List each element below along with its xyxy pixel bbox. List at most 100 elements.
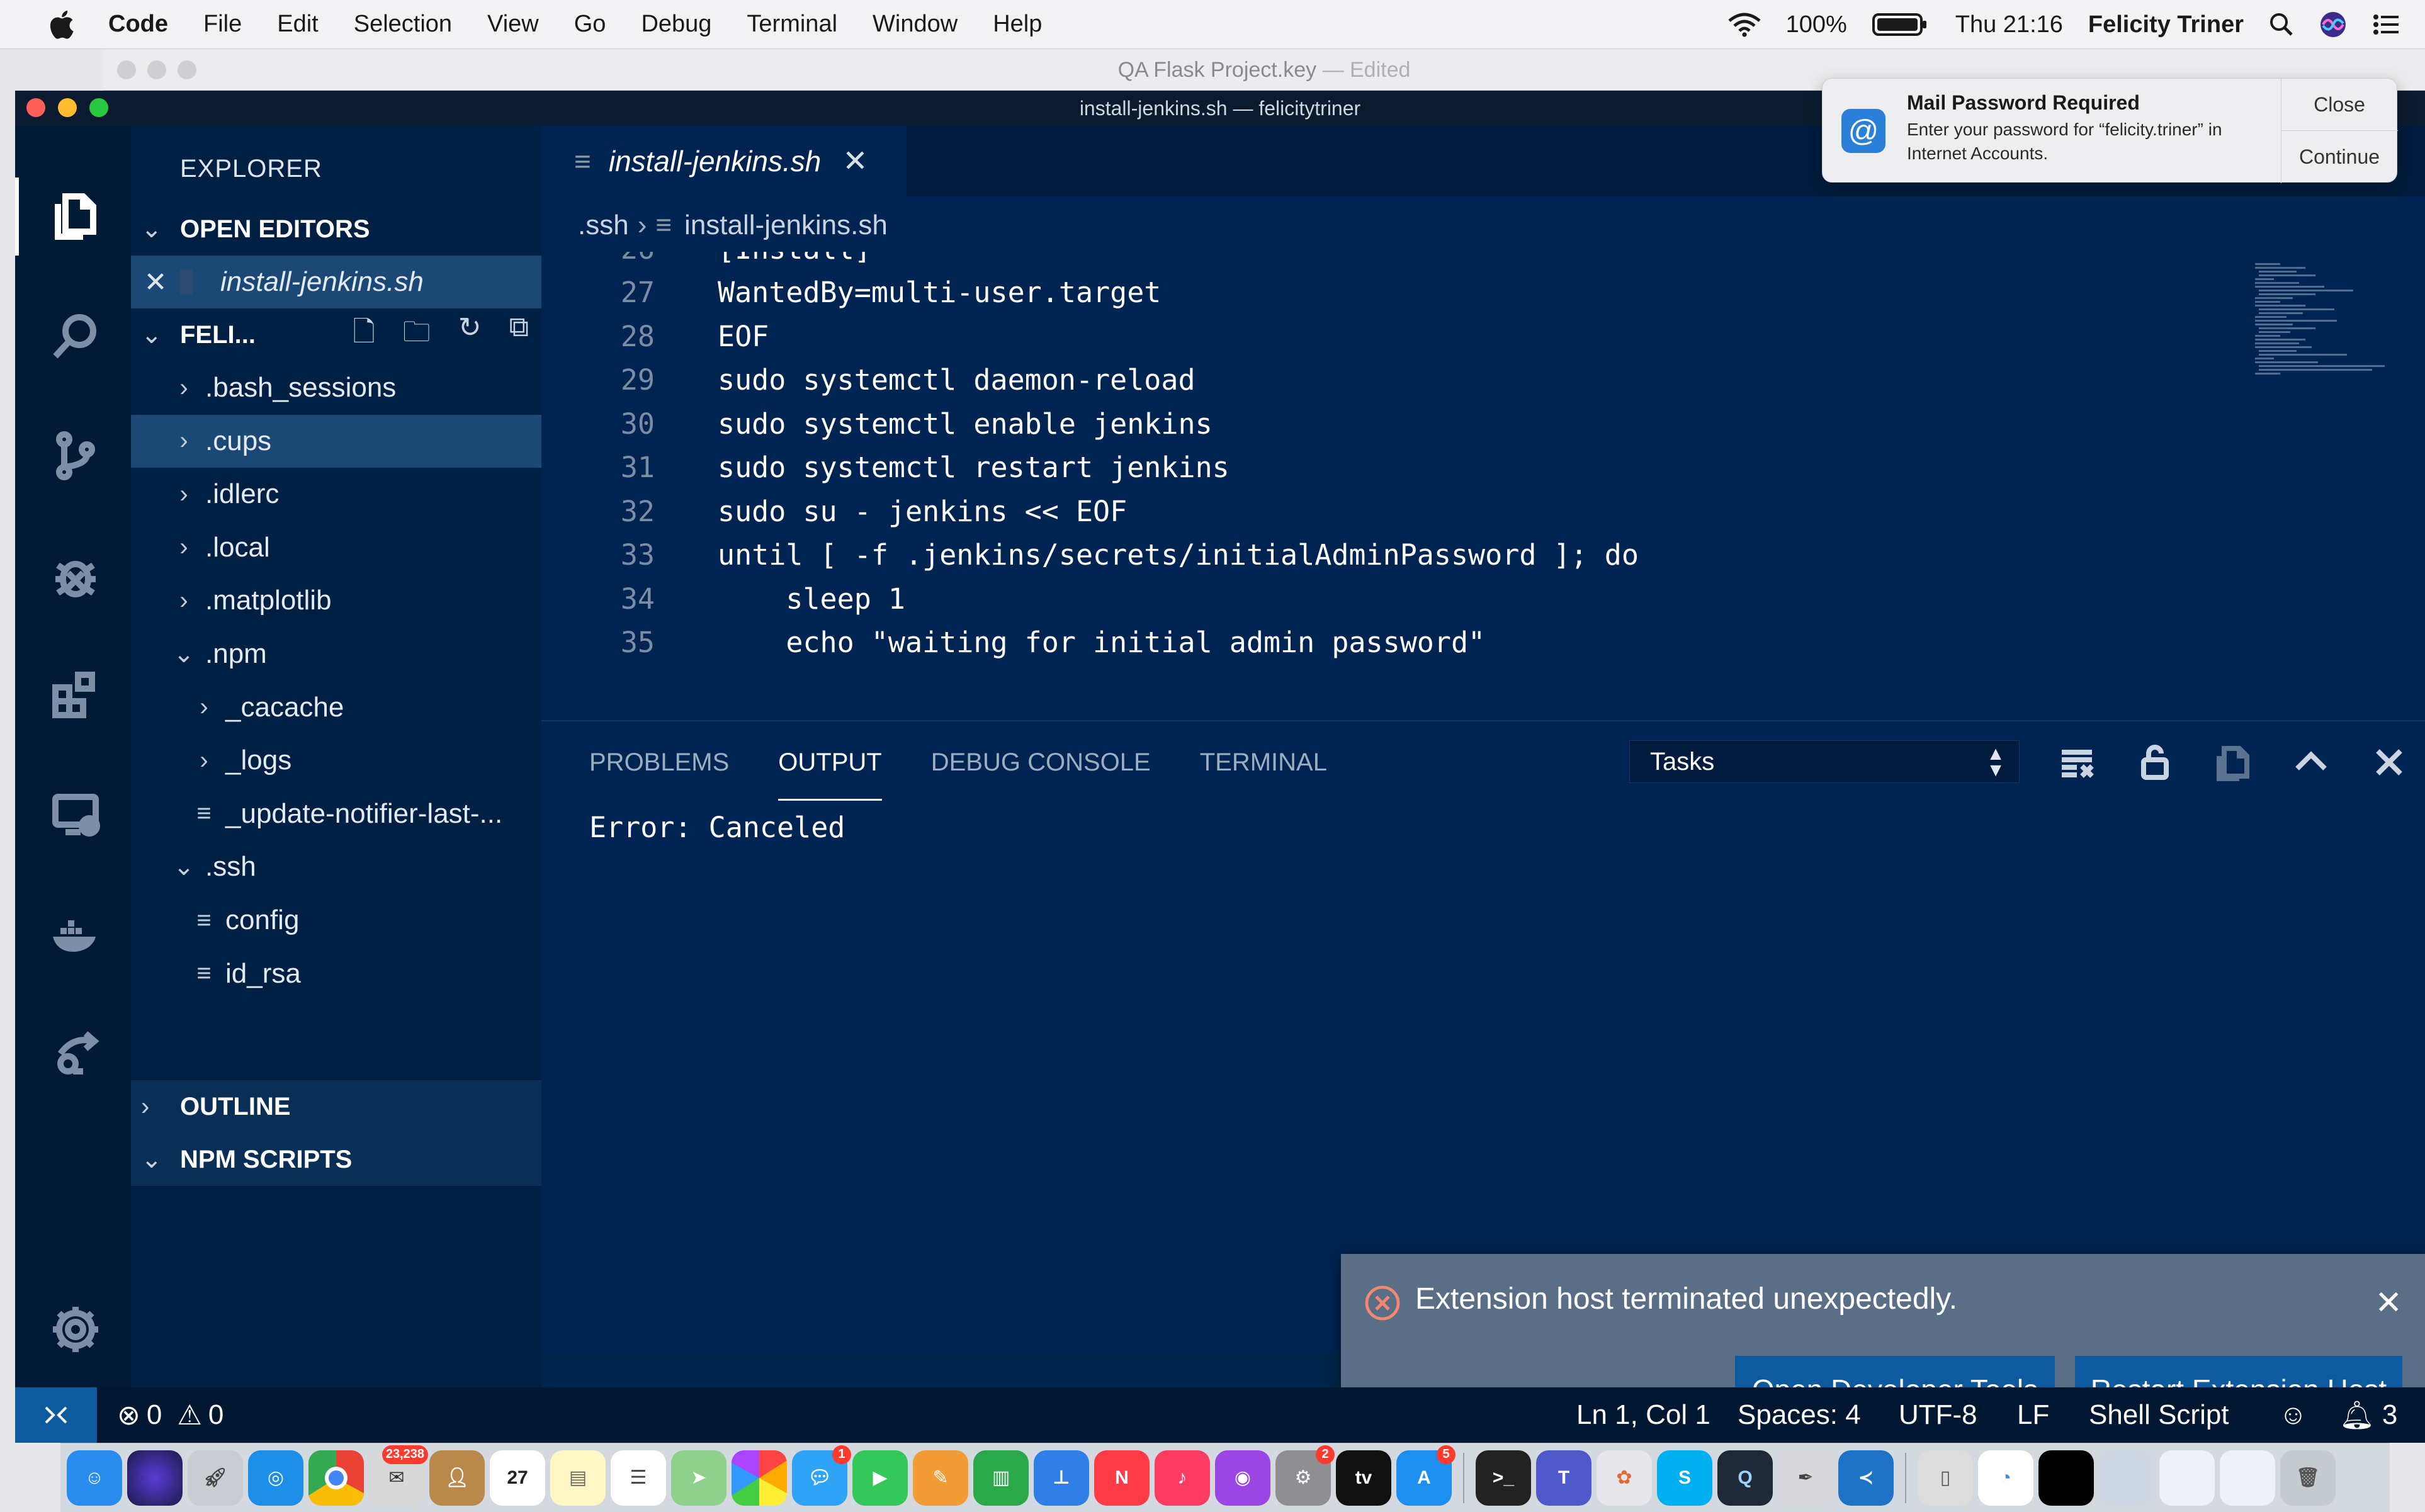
open-editors-section-header[interactable]: ⌄ OPEN EDITORS (131, 203, 541, 256)
window-thumbnail-icon[interactable] (2220, 1450, 2275, 1506)
workspace-folder-header[interactable]: ⌄ FELI... 🗋 🗀 ↻ ⧉ (131, 308, 541, 361)
source-control-icon[interactable] (48, 428, 103, 483)
lock-scroll-icon[interactable] (2133, 740, 2177, 784)
script-editor-pen-icon[interactable]: ✒ (1778, 1450, 1833, 1506)
close-panel-icon[interactable] (2367, 740, 2411, 784)
chrome-icon[interactable] (308, 1450, 364, 1506)
breadcrumb-folder[interactable]: .ssh (578, 210, 629, 241)
tree-folder-item[interactable]: › .bash_sessions (131, 361, 541, 414)
menu-user-name[interactable]: Felicity Triner (2088, 11, 2244, 38)
tree-folder-item[interactable]: ⌄ .npm (131, 628, 541, 680)
window-thumbnail-icon[interactable] (2099, 1450, 2154, 1506)
siri-icon[interactable] (2319, 11, 2347, 38)
pinwheel-app-icon[interactable]: ✿ (1597, 1450, 1652, 1506)
tree-folder-item[interactable]: › _logs (131, 734, 541, 787)
menu-window[interactable]: Window (873, 11, 958, 38)
photos-icon[interactable] (732, 1450, 787, 1506)
menu-file[interactable]: File (203, 11, 242, 38)
notification-center-icon[interactable] (2372, 12, 2400, 37)
calendar-icon[interactable]: 27 (490, 1450, 545, 1506)
menu-debug[interactable]: Debug (641, 11, 711, 38)
menu-selection[interactable]: Selection (354, 11, 452, 38)
apple-tv-icon[interactable]: tv (1336, 1450, 1391, 1506)
menu-edit[interactable]: Edit (277, 11, 318, 38)
live-share-icon[interactable] (48, 1026, 103, 1081)
pages-icon[interactable]: ✎ (913, 1450, 968, 1506)
window-thumbnail-icon[interactable] (2038, 1450, 2094, 1506)
npm-scripts-section-header[interactable]: ⌄ NPM SCRIPTS (131, 1133, 541, 1186)
close-tab-icon[interactable]: ✕ (842, 144, 868, 179)
mail-stamp-icon[interactable]: ✉ 23,238 (369, 1445, 428, 1506)
encoding-setting[interactable]: UTF-8 (1899, 1387, 1977, 1443)
tree-folder-item[interactable]: › _cacache (131, 681, 541, 734)
window-thumbnail-icon[interactable] (2159, 1450, 2215, 1506)
open-log-file-icon[interactable] (2211, 740, 2255, 784)
new-file-icon[interactable]: 🗋 (353, 312, 375, 359)
menu-help[interactable]: Help (993, 11, 1042, 38)
tab-terminal[interactable]: TERMINAL (1200, 748, 1327, 777)
cursor-position[interactable]: Ln 1, Col 1 (1576, 1387, 1710, 1443)
tree-folder-item[interactable]: › .local (131, 521, 541, 574)
maps-icon[interactable]: ➤ (671, 1450, 726, 1506)
safari-compass-icon[interactable]: ◎ (248, 1450, 303, 1506)
apple-logo-icon[interactable] (45, 7, 81, 42)
docker-whale-icon[interactable] (48, 906, 103, 962)
extensions-icon[interactable] (48, 667, 103, 723)
breadcrumb-file[interactable]: install-jenkins.sh (684, 210, 888, 241)
eol-setting[interactable]: LF (2017, 1387, 2049, 1443)
search-icon[interactable] (48, 308, 103, 364)
new-folder-icon[interactable]: 🗀 (403, 312, 431, 359)
settings-gear-icon[interactable] (48, 1302, 103, 1357)
battery-icon[interactable] (1872, 12, 1930, 37)
problems-indicator[interactable]: ⊗ 0 ⚠ 0 (117, 1387, 223, 1443)
reminders-icon[interactable]: ☰ (611, 1450, 666, 1506)
code-view[interactable]: 26[Install]27WantedBy=multi-user.target2… (541, 252, 2425, 674)
explorer-files-icon[interactable] (48, 189, 103, 244)
remote-explorer-icon[interactable] (48, 787, 103, 842)
tab-install-jenkins[interactable]: ≡ install-jenkins.sh ✕ (541, 126, 907, 196)
close-toast-icon[interactable]: ✕ (2375, 1284, 2402, 1322)
app-store-icon[interactable]: A5 (1396, 1445, 1456, 1506)
remote-indicator-icon[interactable] (15, 1387, 97, 1443)
siri-app-icon[interactable] (127, 1450, 183, 1506)
documents-stack-icon[interactable]: ▯ (1918, 1450, 1973, 1506)
keynote-icon[interactable]: ⊥ (1034, 1450, 1089, 1506)
open-editor-item[interactable]: ✕ install-jenkins.sh (131, 256, 541, 308)
close-editor-icon[interactable]: ✕ (131, 266, 180, 298)
clear-output-icon[interactable] (2055, 740, 2099, 784)
menu-go[interactable]: Go (574, 11, 606, 38)
menu-app-code[interactable]: Code (108, 11, 168, 38)
tree-file-item[interactable]: ≡ id_rsa (131, 947, 541, 1000)
menu-clock[interactable]: Thu 21:16 (1955, 11, 2063, 38)
refresh-icon[interactable]: ↻ (458, 312, 482, 359)
music-note-icon[interactable]: ♪ (1155, 1450, 1210, 1506)
terminal-icon[interactable]: >_ (1476, 1450, 1531, 1506)
finder-icon[interactable]: ☺ (67, 1450, 122, 1506)
minimap[interactable] (2255, 262, 2400, 407)
tree-folder-item[interactable]: › .cups (131, 414, 541, 468)
trash-icon[interactable]: 🗑︎ (2280, 1450, 2336, 1506)
teams-icon[interactable]: T (1536, 1450, 1591, 1506)
notifications-indicator[interactable]: 🔔︎ 3 (2339, 1387, 2397, 1443)
outline-section-header[interactable]: › OUTLINE (131, 1080, 541, 1133)
output-channel-select[interactable]: Tasks ▲ ▼ (1629, 740, 2020, 783)
tree-folder-item[interactable]: ⌄ .ssh (131, 840, 541, 893)
feedback-smiley-icon[interactable]: ☺ (2279, 1387, 2307, 1443)
messages-icon[interactable]: 💬︎ 1 (792, 1445, 851, 1506)
facetime-icon[interactable]: ▶ (852, 1450, 908, 1506)
menu-view[interactable]: View (487, 11, 539, 38)
tree-file-item[interactable]: ≡ _update-notifier-last-... (131, 787, 541, 840)
tab-problems[interactable]: PROBLEMS (589, 748, 729, 777)
numbers-chart-icon[interactable]: ▥ (973, 1450, 1029, 1506)
debug-bug-icon[interactable] (48, 548, 103, 603)
notification-continue-button[interactable]: Continue (2281, 130, 2398, 183)
notification-close-button[interactable]: Close (2281, 79, 2398, 130)
tab-output[interactable]: OUTPUT (778, 748, 883, 801)
menu-terminal[interactable]: Terminal (747, 11, 837, 38)
maximize-panel-icon[interactable] (2289, 740, 2333, 784)
language-mode[interactable]: Shell Script (2089, 1387, 2229, 1443)
collapse-all-icon[interactable]: ⧉ (509, 312, 529, 359)
tree-folder-item[interactable]: › .idlerc (131, 468, 541, 521)
wifi-icon[interactable] (1728, 12, 1761, 37)
tree-folder-item[interactable]: › .matplotlib (131, 574, 541, 627)
